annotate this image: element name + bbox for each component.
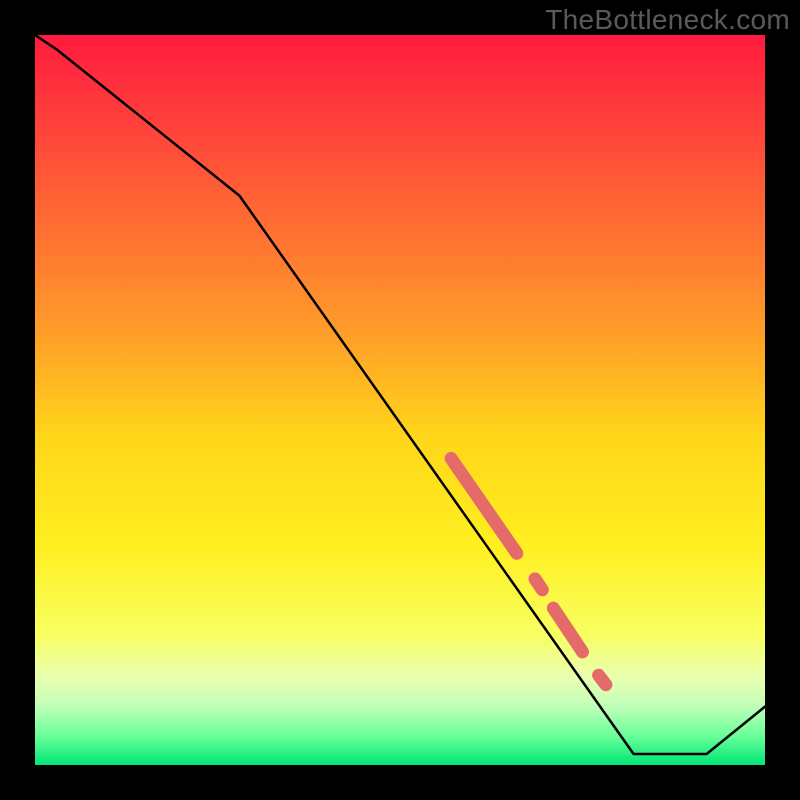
highlight-segment (599, 675, 606, 685)
bottleneck-chart (0, 0, 800, 800)
highlight-segment (535, 579, 542, 590)
plot-background (35, 35, 765, 765)
watermark-text: TheBottleneck.com (545, 4, 790, 36)
chart-stage: TheBottleneck.com (0, 0, 800, 800)
